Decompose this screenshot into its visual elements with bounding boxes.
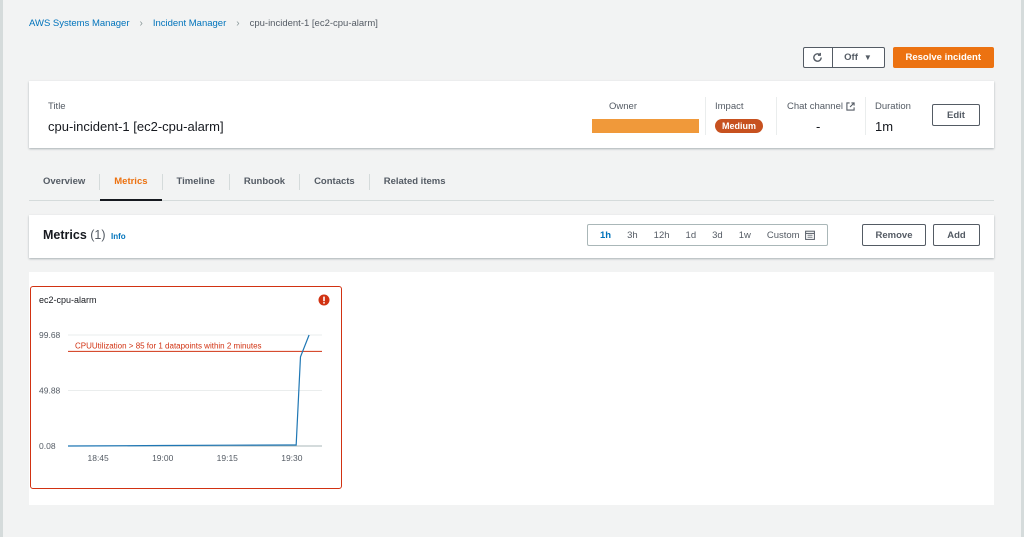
y-tick-label: 99.68	[39, 330, 61, 340]
range-1d[interactable]: 1d	[678, 230, 705, 241]
divider	[776, 97, 777, 135]
add-button[interactable]: Add	[933, 224, 980, 246]
threshold-label: CPUUtilization > 85 for 1 datapoints wit…	[75, 341, 262, 350]
range-custom[interactable]: Custom	[759, 230, 823, 241]
refresh-icon	[813, 52, 822, 62]
resolve-incident-button[interactable]: Resolve incident	[892, 47, 994, 68]
range-3h[interactable]: 3h	[619, 230, 646, 241]
tab-related-items[interactable]: Related items	[370, 164, 460, 200]
edit-button[interactable]: Edit	[932, 104, 980, 126]
divider	[705, 97, 706, 135]
range-12h[interactable]: 12h	[646, 230, 678, 241]
metrics-header-panel: Metrics (1) Info 1h 3h 12h 1d 3d 1w Cust…	[29, 215, 994, 258]
title-label: Title	[48, 101, 66, 112]
metric-widget[interactable]: ec2-cpu-alarm 99.68 49.88 0.08 18:45 19:00 19…	[30, 286, 342, 489]
range-3d[interactable]: 3d	[704, 230, 731, 241]
range-custom-label: Custom	[766, 229, 800, 241]
duration-label: Duration	[875, 101, 911, 112]
chat-channel-value: -	[816, 119, 821, 134]
tab-timeline[interactable]: Timeline	[163, 164, 229, 200]
caret-down-icon: ▼	[863, 53, 872, 62]
tab-contacts[interactable]: Contacts	[300, 164, 369, 200]
x-tick-label: 19:00	[152, 453, 174, 463]
x-tick-label: 19:15	[217, 453, 239, 463]
chevron-right-icon: ›	[139, 18, 143, 29]
duration-value: 1m	[875, 119, 894, 134]
y-tick-label: 49.88	[39, 386, 61, 396]
title-value: cpu-incident-1 [ec2-cpu-alarm]	[48, 119, 224, 134]
incident-summary-panel: Title cpu-incident-1 [ec2-cpu-alarm] Own…	[29, 81, 994, 148]
breadcrumb: AWS Systems Manager › Incident Manager ›…	[29, 18, 378, 29]
breadcrumb-systems-manager[interactable]: AWS Systems Manager	[29, 18, 129, 29]
metrics-chart-area: ec2-cpu-alarm 99.68 49.88 0.08 18:45 19:00 19…	[29, 272, 994, 505]
metrics-count: (1)	[90, 228, 106, 242]
tab-metrics[interactable]: Metrics	[100, 164, 162, 201]
time-range-selector: 1h 3h 12h 1d 3d 1w Custom	[587, 224, 828, 246]
range-1h[interactable]: 1h	[592, 230, 619, 241]
auto-refresh-label: Off	[844, 52, 858, 63]
impact-label: Impact	[715, 101, 744, 112]
range-1w[interactable]: 1w	[731, 230, 759, 241]
x-tick-label: 19:30	[281, 453, 303, 463]
auto-refresh-dropdown[interactable]: Off ▼	[832, 47, 885, 68]
refresh-group: Off ▼	[802, 47, 885, 68]
header-actions: Off ▼ Resolve incident	[802, 47, 994, 68]
impact-badge: Medium	[715, 119, 764, 133]
chat-channel-label: Chat channel	[787, 101, 855, 112]
refresh-button[interactable]	[802, 47, 833, 68]
incident-tabs: Overview Metrics Timeline Runbook Contac…	[29, 163, 994, 201]
external-link-icon[interactable]	[846, 102, 855, 111]
window-frame-left	[0, 0, 3, 537]
tab-overview[interactable]: Overview	[29, 164, 99, 200]
line-chart: 99.68 49.88 0.08 18:45 19:00 19:15 19:30 CPUUti…	[39, 330, 322, 463]
x-tick-label: 18:45	[87, 453, 109, 463]
metrics-title: Metrics	[43, 228, 87, 242]
tab-runbook[interactable]: Runbook	[230, 164, 299, 200]
chat-channel-label-text: Chat channel	[787, 101, 843, 112]
info-link[interactable]: Info	[111, 232, 126, 241]
remove-button[interactable]: Remove	[862, 224, 926, 246]
divider	[865, 97, 866, 135]
breadcrumb-incident-manager[interactable]: Incident Manager	[153, 18, 226, 29]
metrics-heading: Metrics (1)	[43, 228, 106, 242]
calendar-icon	[804, 230, 815, 240]
chevron-right-icon: ›	[236, 18, 240, 29]
owner-label: Owner	[609, 101, 637, 112]
owner-value-redacted	[592, 119, 699, 133]
breadcrumb-current: cpu-incident-1 [ec2-cpu-alarm]	[249, 18, 378, 29]
y-tick-label: 0.08	[39, 441, 56, 451]
